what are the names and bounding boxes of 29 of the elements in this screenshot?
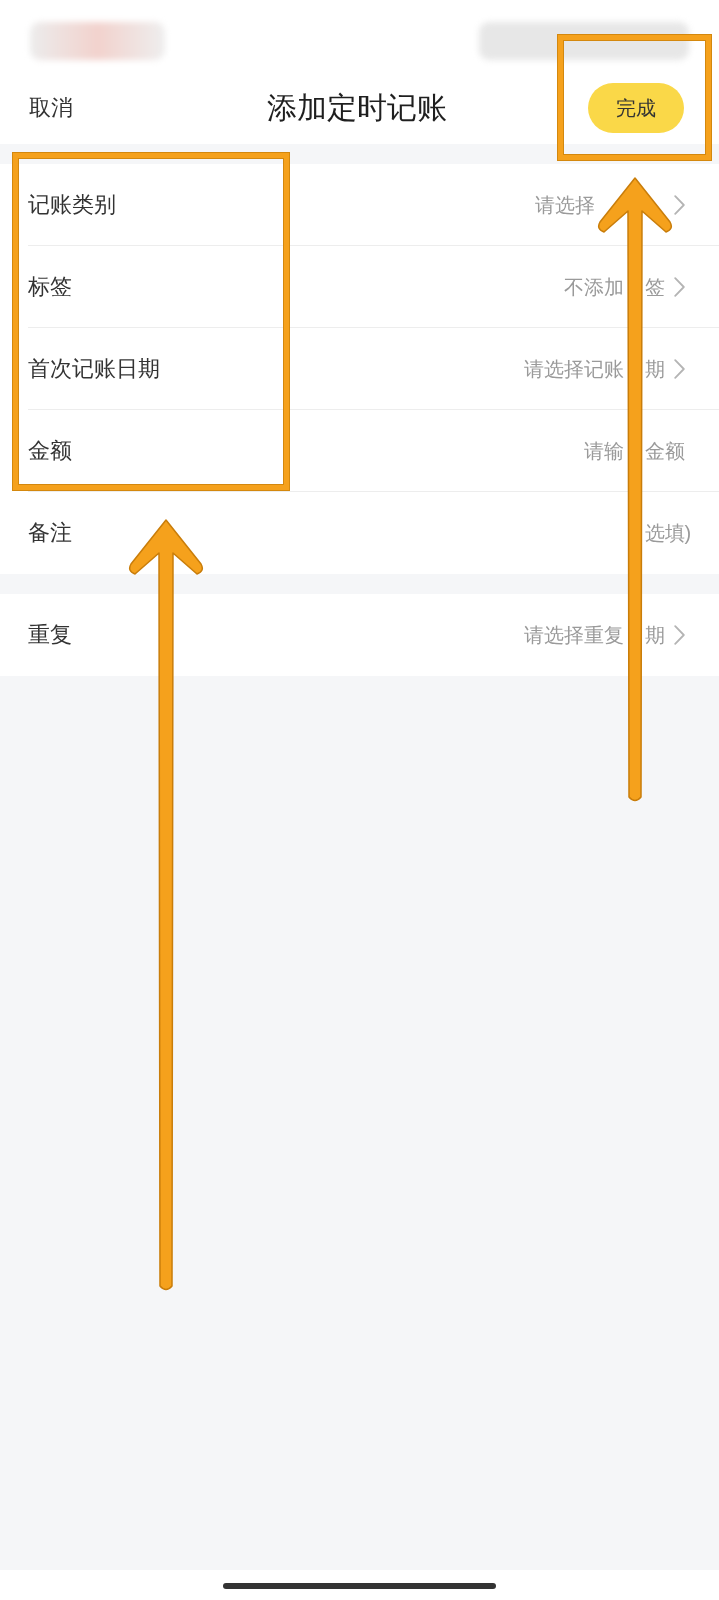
chevron-right-icon — [674, 277, 685, 297]
placeholder-text: 请选择 — [534, 193, 595, 218]
placeholder-text: 不添加 — [563, 275, 624, 300]
placeholder-text: 期 — [644, 357, 665, 382]
placeholder-text: 请输 — [583, 439, 624, 464]
row-label: 金额 — [28, 437, 72, 465]
row-label: 备注 — [28, 519, 72, 547]
list-row[interactable]: 金额 请输 金额 — [0, 410, 719, 492]
placeholder-text: 请选择记账 — [523, 357, 624, 382]
list-row[interactable]: 记账类别 请选择 — [0, 164, 719, 246]
placeholder-text: 选填) — [644, 521, 692, 546]
row-label: 首次记账日期 — [28, 355, 160, 383]
done-button[interactable]: 完成 — [588, 83, 684, 133]
chevron-right-icon — [674, 359, 685, 379]
row-label: 记账类别 — [28, 191, 116, 219]
page-title: 添加定时记账 — [266, 90, 447, 126]
row-label: 重复 — [28, 621, 72, 649]
cancel-button[interactable]: 取消 — [29, 93, 73, 123]
list-row[interactable]: 标签 不添加 签 — [0, 246, 719, 328]
placeholder-text: 请选择重复 — [523, 623, 624, 648]
row-label: 标签 — [28, 273, 72, 301]
placeholder-text: 期 — [644, 623, 665, 648]
list-row[interactable]: 首次记账日期 请选择记账 期 — [0, 328, 719, 410]
list-row[interactable]: 重复 请选择重复 期 — [0, 594, 719, 676]
list-row[interactable]: 备注 选填) — [0, 492, 719, 574]
chevron-right-icon — [674, 625, 685, 645]
placeholder-text: 签 — [644, 275, 665, 300]
placeholder-text: 金额 — [644, 439, 685, 464]
chevron-right-icon — [674, 195, 685, 215]
